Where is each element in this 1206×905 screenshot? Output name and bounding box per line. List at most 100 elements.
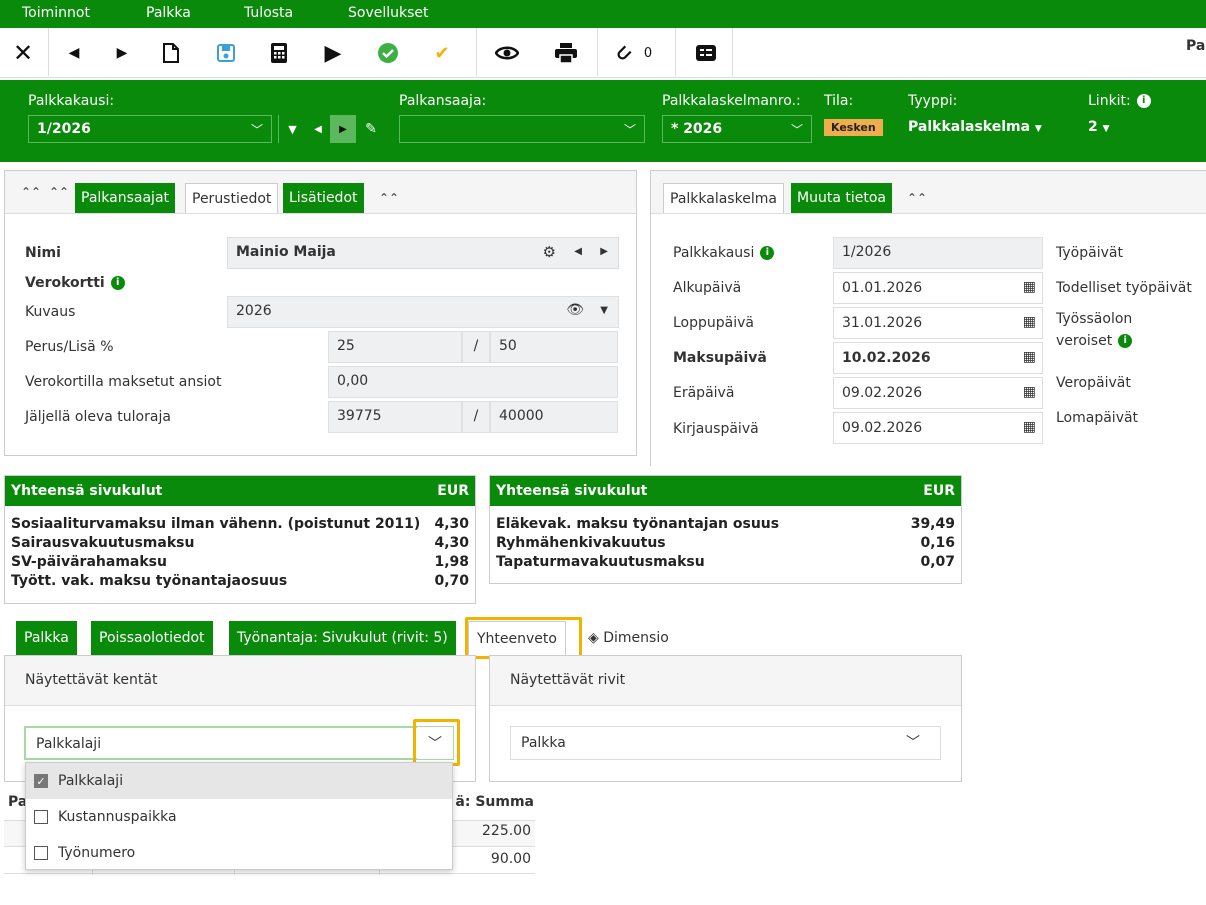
end-date-field[interactable]: 31.01.2026 ▦: [833, 307, 1043, 339]
checkbox-icon[interactable]: [34, 846, 48, 860]
table-row: Tapaturmavakuutusmaksu 0,07: [496, 554, 955, 570]
employee-panel: ⌃⌃ ⌃⌃ Palkansaajat Perustiedot Lisätiedo…: [4, 170, 637, 456]
due-date-field[interactable]: 09.02.2026 ▦: [833, 377, 1043, 409]
rate-base-field[interactable]: 25: [328, 331, 462, 363]
tab-palkansaajat[interactable]: Palkansaajat: [75, 183, 176, 213]
tab-dimensio[interactable]: ◈ Dimensio: [584, 621, 677, 655]
info-icon[interactable]: i: [760, 246, 775, 260]
checkbox-icon[interactable]: [34, 810, 48, 824]
period-select[interactable]: 1/2026 ﹀: [28, 115, 272, 143]
booking-label: Kirjauspäivä: [673, 421, 759, 437]
fields-panel-title: Näytettävät kentät: [5, 656, 475, 706]
option-tyonumero[interactable]: Työnumero: [26, 835, 452, 871]
prev-employee-icon[interactable]: ◀: [574, 246, 582, 257]
employee-select[interactable]: ﹀: [399, 115, 645, 143]
period-prev-icon[interactable]: ◀: [306, 115, 330, 143]
due-label: Eräpäivä: [673, 385, 735, 401]
tab-tyonantaja-sivukulut[interactable]: Työnantaja: Sivukulut (rivit: 5): [229, 621, 456, 655]
approve-icon[interactable]: [376, 40, 400, 66]
menu-palkka[interactable]: Palkka: [146, 5, 191, 21]
double-check-icon[interactable]: ✔: [430, 40, 454, 66]
print-icon[interactable]: [553, 40, 579, 66]
info-icon[interactable]: i: [1136, 94, 1151, 108]
calendar-icon[interactable]: ▦: [1023, 279, 1036, 295]
chevron-down-icon[interactable]: ﹀: [906, 732, 920, 752]
dropdown-caret-icon[interactable]: ▼: [278, 115, 306, 143]
taxable-label: veroiset i: [1056, 333, 1133, 349]
eye-icon[interactable]: 👁: [566, 302, 584, 318]
new-document-icon[interactable]: [160, 40, 182, 66]
option-palkkalaji[interactable]: ✓ Palkkalaji: [26, 763, 452, 799]
rate-extra-field[interactable]: 50: [490, 331, 618, 363]
table-row: SV-päivärahamaksu 1,98: [11, 554, 469, 570]
summary-table-left: Yhteensä sivukulut EUR Sosiaaliturvamaksu…: [4, 475, 476, 604]
start-date-field[interactable]: 01.01.2026 ▦: [833, 272, 1043, 304]
pay-label: Maksupäivä: [673, 350, 767, 366]
gear-icon[interactable]: ⚙: [543, 243, 556, 261]
name-label: Nimi: [25, 245, 61, 261]
menu-toiminnot[interactable]: Toiminnot: [22, 5, 90, 21]
calendar-icon[interactable]: ▦: [1023, 349, 1036, 365]
layers-icon: ◈: [588, 630, 599, 646]
calcno-select[interactable]: * 2026 ﹀: [662, 115, 812, 143]
table-row: Eläkevak. maksu työnantajan osuus 39,49: [496, 516, 955, 532]
fields-select[interactable]: Palkkalaji: [24, 726, 454, 760]
chevron-down-icon: ﹀: [250, 123, 263, 137]
tab-perustiedot[interactable]: Perustiedot: [185, 183, 279, 213]
period-field: 1/2026: [833, 237, 1043, 269]
tab-lisatiedot[interactable]: Lisätiedot: [283, 183, 364, 213]
tab-palkka[interactable]: Palkka: [16, 621, 77, 655]
expand-icon[interactable]: ⌃⌃: [907, 191, 927, 205]
period-label: Palkkakausi:: [28, 93, 115, 109]
table-row: Tyött. vak. maksu työnantajaosuus 0,70: [11, 573, 469, 589]
calendar-icon[interactable]: ▦: [1023, 419, 1036, 435]
info-icon[interactable]: i: [1118, 334, 1133, 348]
collapse-icon[interactable]: ⌃⌃: [49, 185, 69, 199]
highlight-yhteenveto: [465, 617, 582, 659]
menu-tulosta[interactable]: Tulosta: [244, 5, 293, 21]
summary-title: Yhteensä sivukulut: [11, 483, 163, 499]
links-dropdown[interactable]: 2 ▼: [1088, 119, 1110, 135]
period-next-icon[interactable]: ▶: [330, 115, 356, 143]
tab-muuta-tietoa[interactable]: Muuta tietoa: [791, 183, 892, 213]
caret-down-icon[interactable]: ▼: [600, 305, 608, 316]
option-kustannuspaikka[interactable]: Kustannuspaikka: [26, 799, 452, 835]
name-field[interactable]: Mainio Maija ⚙ ◀ ▶: [227, 237, 619, 269]
collapse-all-icon[interactable]: ⌃⌃: [21, 185, 41, 199]
paperclip-icon[interactable]: ⊂: [606, 36, 640, 70]
next-icon[interactable]: ▶: [112, 40, 132, 66]
table-row: Sosiaaliturvamaksu ilman vähenn. (poistu…: [11, 516, 469, 532]
tab-palkkalaskelma[interactable]: Palkkalaskelma: [663, 183, 784, 213]
rows-select[interactable]: Palkka: [510, 726, 941, 760]
play-icon[interactable]: ▶: [322, 40, 344, 66]
card-icon[interactable]: [694, 40, 718, 66]
info-icon[interactable]: i: [110, 276, 125, 290]
type-dropdown[interactable]: Palkkalaskelma ▼: [908, 119, 1042, 135]
tab-poissaolotiedot[interactable]: Poissaolotiedot: [91, 621, 213, 655]
holidays-label: Lomapäivät: [1056, 410, 1139, 426]
edit-pencil-icon[interactable]: ✎: [356, 115, 386, 143]
rows-panel-title: Näytettävät rivit: [490, 656, 961, 706]
save-icon[interactable]: [215, 40, 237, 66]
table-row: Ryhmähenkivakuutus 0,16: [496, 535, 955, 551]
slash: /: [462, 401, 490, 433]
slash: /: [462, 331, 490, 363]
pay-date-field[interactable]: 10.02.2026 ▦: [833, 342, 1043, 374]
eye-icon[interactable]: [494, 40, 520, 66]
summary-title: Yhteensä sivukulut: [496, 483, 648, 499]
next-employee-icon[interactable]: ▶: [600, 246, 608, 257]
period-label: Palkkakausi i: [673, 245, 775, 261]
calendar-icon[interactable]: ▦: [1023, 314, 1036, 330]
menu-sovellukset[interactable]: Sovellukset: [348, 5, 429, 21]
calendar-icon[interactable]: ▦: [1023, 384, 1036, 400]
expand-icon[interactable]: ⌃⌃: [379, 191, 399, 205]
workpresence-label: Työssäolon: [1056, 311, 1133, 327]
calculator-icon[interactable]: [268, 40, 290, 66]
close-icon[interactable]: ✕: [10, 39, 36, 67]
desc-field[interactable]: 2026 👁 ▼: [227, 296, 619, 328]
checkbox-checked-icon[interactable]: ✓: [34, 774, 48, 788]
previous-icon[interactable]: ◀: [64, 40, 84, 66]
summary-table-right: Yhteensä sivukulut EUR Eläkevak. maksu ty…: [489, 475, 962, 584]
booking-date-field[interactable]: 09.02.2026 ▦: [833, 412, 1043, 444]
highlight-fields-chevron: [413, 719, 460, 766]
